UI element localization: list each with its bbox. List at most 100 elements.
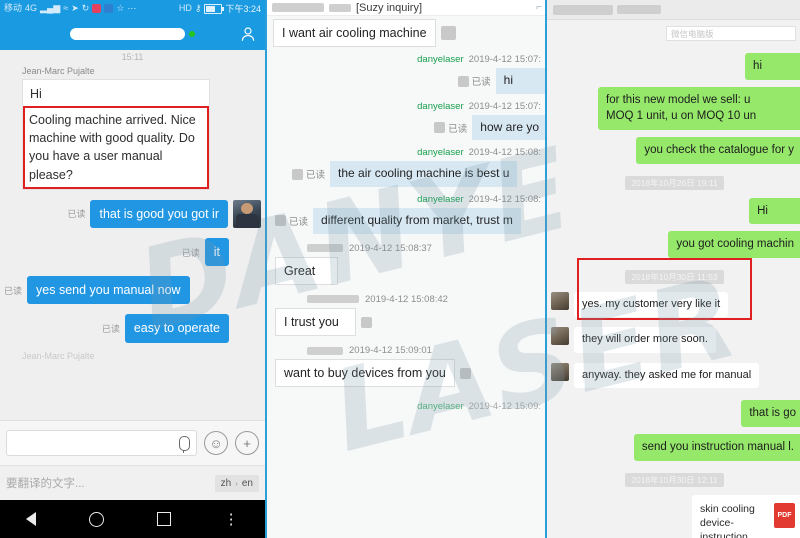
customer-name-redacted [307, 346, 343, 355]
read-receipt: 已读 [292, 167, 325, 181]
status-icon [275, 215, 286, 227]
message-row[interactable]: that is go [547, 400, 800, 427]
outgoing-message-row[interactable]: 已读 yes send you manual now [4, 276, 261, 305]
contact-name-redacted [70, 27, 185, 40]
conversation-subject: [Suzy inquiry] [356, 1, 423, 14]
read-receipt: 已读 [101, 324, 120, 334]
chevron-right-icon: › [235, 478, 238, 488]
message-row[interactable]: I want air cooling machine [273, 19, 547, 48]
mic-icon[interactable] [179, 435, 190, 453]
incoming-sender-name: Jean-Marc Pujalte [22, 66, 95, 76]
message-input[interactable] [6, 430, 197, 456]
message-row[interactable]: 已读 the air cooling machine is best u [292, 161, 547, 188]
customer-message-meta: 2019-4-12 15:08:42 [307, 294, 547, 305]
status-bar-left-icons: 移动 4G ▂▄▆ ≈ ➤ ↻ ☆ ⋯ [4, 4, 176, 13]
timestamp: 2019-4-12 15:09: [468, 401, 541, 413]
outgoing-bubble: easy to operate [124, 314, 229, 343]
battery-icon [204, 3, 225, 14]
wechat-message-list[interactable]: 微信电脑版 hi for this new model we sell: u M… [547, 20, 800, 538]
message-row[interactable]: send you instruction manual l. [547, 433, 800, 461]
highlighted-customer-message: they will order more soon. [574, 327, 716, 353]
clock-label: 下午3:24 [225, 4, 261, 14]
message-row[interactable]: Hi [547, 197, 800, 225]
signal-icon: ▂▄▆ [40, 3, 61, 13]
contact-id-redacted [617, 5, 661, 14]
message-row[interactable]: for this new model we sell: u MOQ 1 unit… [547, 86, 800, 131]
chat-app-bar [0, 17, 265, 50]
smiley-icon[interactable]: ☺ [204, 431, 228, 455]
outgoing-bubble: that is go [741, 400, 800, 427]
translate-input[interactable]: 要翻译的文字... [6, 475, 85, 491]
status-icon [457, 75, 469, 87]
incoming-greeting-text: Hi [30, 87, 42, 101]
sync-icon: ↻ [81, 3, 90, 13]
customer-message-meta: 2019-4-12 15:08:37 [307, 243, 547, 254]
outgoing-bubble: that is good you got ir [90, 199, 228, 228]
calendar-icon [92, 4, 102, 13]
message-row[interactable]: 已读 different quality from market, trust … [275, 208, 547, 234]
search-input[interactable]: 微信电脑版 [666, 26, 796, 41]
outgoing-message-row[interactable]: 已读 that is good you got ir [0, 199, 261, 228]
wifi-icon: ≈ [63, 3, 69, 13]
outgoing-message-row[interactable]: 已读 it [0, 237, 229, 267]
highlighted-customer-message: yes. my customer very like it [574, 292, 729, 318]
next-sender-name-faded: Jean-Marc Pujalte [22, 350, 95, 361]
message-row[interactable]: want to buy devices from you [275, 359, 547, 388]
mobile-chat-panel: 移动 4G ▂▄▆ ≈ ➤ ↻ ☆ ⋯ HD ⚷ 下午3:24 15:11 Je… [0, 0, 265, 538]
message-input-bar[interactable]: ☺ + [0, 420, 265, 465]
expand-icon[interactable]: ⌐ [536, 2, 542, 13]
customer-name-redacted [307, 295, 359, 304]
more-icon: ⋯ [127, 3, 137, 13]
incoming-message-bubble[interactable]: Hi Cooling machine arrived. Nice machine… [22, 79, 210, 190]
profile-icon[interactable] [239, 25, 257, 43]
outgoing-bubble: for this new model we sell: u MOQ 1 unit… [598, 86, 800, 131]
timestamp: 2019-4-12 15:08: [468, 194, 541, 206]
recents-icon[interactable] [156, 512, 171, 526]
message-row[interactable]: hi [547, 53, 800, 80]
home-icon[interactable] [89, 511, 105, 527]
mobile-message-list[interactable]: 15:11 Jean-Marc Pujalte Hi Cooling machi… [0, 50, 265, 420]
emoji-icon [440, 26, 456, 41]
customer-name-redacted [307, 244, 343, 253]
avatar[interactable] [233, 199, 261, 228]
avatar[interactable] [551, 362, 569, 381]
status-icon [434, 122, 446, 134]
outgoing-message-row[interactable]: 已读 easy to operate [0, 314, 229, 343]
read-receipt: 已读 [457, 74, 491, 88]
plus-icon[interactable]: + [235, 431, 259, 455]
file-attachment-card[interactable]: skin cooling device-instruction ... 523.… [692, 494, 800, 538]
message-row[interactable]: they will order more soon. [551, 327, 800, 353]
message-row[interactable]: 已读 hi [267, 68, 547, 94]
message-row[interactable]: I trust you [275, 307, 547, 337]
timestamp: 2019-4-12 15:09:01 [349, 345, 432, 357]
android-nav-bar[interactable]: ⋮ [0, 500, 265, 538]
outgoing-bubble: how are yo [472, 114, 547, 141]
message-row[interactable]: yes. my customer very like it [551, 292, 800, 318]
highlighted-customer-message: Great [275, 256, 339, 285]
message-row[interactable]: you got cooling machin [547, 231, 800, 259]
outgoing-bubble: you got cooling machin [668, 231, 800, 259]
message-row[interactable]: 已读 how are yo [267, 114, 547, 141]
trademanager-message-list[interactable]: I want air cooling machine danyelaser 201… [267, 16, 547, 538]
message-row[interactable]: Great [275, 256, 547, 285]
sender-name: danyelaser [417, 147, 464, 159]
back-icon[interactable] [26, 512, 37, 526]
more-vert-icon[interactable]: ⋮ [224, 512, 239, 527]
hd-icon: HD [178, 3, 192, 13]
message-row[interactable]: anyway. they asked me for manual [551, 362, 800, 389]
timestamp: 2019-4-12 15:08:37 [349, 242, 432, 254]
sender-name: danyelaser [417, 100, 464, 112]
date-divider: 2018年10月30日 12:11 [547, 470, 800, 488]
timestamp: 2019-4-12 15:07: [468, 100, 541, 112]
carrier-label: 移动 [4, 3, 23, 13]
avatar[interactable] [551, 292, 569, 311]
network-type-label: 4G [25, 3, 38, 13]
message-row[interactable]: you check the catalogue for y [547, 137, 800, 164]
language-toggle[interactable]: zh › en [214, 474, 259, 492]
translate-bar[interactable]: 要翻译的文字... zh › en [0, 465, 265, 500]
lang-to: en [241, 477, 253, 489]
contact-name-redacted [272, 3, 324, 12]
read-label: 已读 [306, 170, 326, 182]
status-icon [459, 367, 471, 379]
avatar[interactable] [551, 327, 569, 346]
